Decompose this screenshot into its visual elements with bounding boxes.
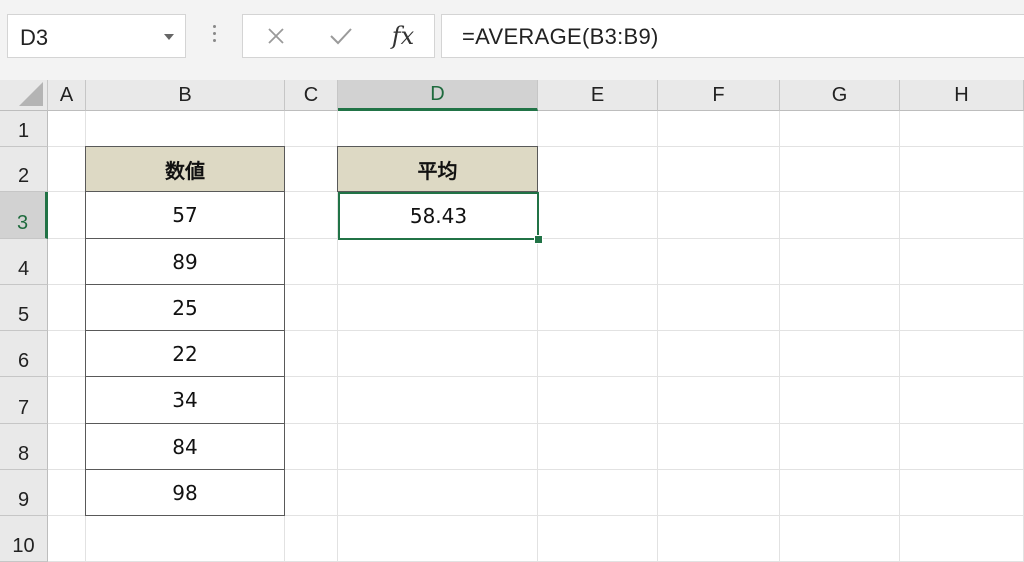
formula-text: =AVERAGE(B3:B9) <box>462 24 659 49</box>
column-header-a[interactable]: A <box>48 80 86 111</box>
cell-b7[interactable]: 34 <box>85 376 285 424</box>
gridline-vertical <box>779 111 780 562</box>
column-header-e[interactable]: E <box>538 80 658 111</box>
row-header-5[interactable]: 5 <box>0 285 48 331</box>
spreadsheet-grid[interactable]: A B C D E F G H 1 2 3 4 5 6 7 8 9 10 数値 57 89 25 22 34 84 98 平均 58.… <box>0 80 1024 562</box>
row-header-6[interactable]: 6 <box>0 331 48 377</box>
cell-b3[interactable]: 57 <box>85 191 285 239</box>
cell-b4[interactable]: 89 <box>85 238 285 285</box>
column-header-f[interactable]: F <box>658 80 780 111</box>
column-header-d[interactable]: D <box>338 80 538 111</box>
select-all-button[interactable] <box>0 80 48 111</box>
row-header-8[interactable]: 8 <box>0 424 48 470</box>
name-box[interactable]: D3 <box>7 14 186 58</box>
gridline-vertical <box>657 111 658 562</box>
formula-input[interactable]: =AVERAGE(B3:B9) <box>441 14 1024 58</box>
row-header-7[interactable]: 7 <box>0 377 48 424</box>
column-header-h[interactable]: H <box>900 80 1024 111</box>
select-all-icon <box>19 82 43 106</box>
column-header-b[interactable]: B <box>86 80 285 111</box>
close-icon[interactable] <box>256 21 296 51</box>
cell-b8[interactable]: 84 <box>85 423 285 470</box>
row-header-4[interactable]: 4 <box>0 239 48 285</box>
cell-b6[interactable]: 22 <box>85 330 285 377</box>
column-header-g[interactable]: G <box>780 80 900 111</box>
row-header-9[interactable]: 9 <box>0 470 48 516</box>
name-box-value: D3 <box>20 25 49 50</box>
formula-bar-area: D3 fx =AVERAGE(B3:B9) <box>0 0 1024 80</box>
row-header-10[interactable]: 10 <box>0 516 48 562</box>
chevron-down-icon[interactable] <box>164 34 174 40</box>
row-header-1[interactable]: 1 <box>0 111 48 147</box>
cell-b5[interactable]: 25 <box>85 284 285 331</box>
cell-b2[interactable]: 数値 <box>85 146 285 192</box>
formula-buttons: fx <box>242 14 435 58</box>
fill-handle[interactable] <box>534 235 543 244</box>
gridline-vertical <box>899 111 900 562</box>
column-header-c[interactable]: C <box>285 80 338 111</box>
checkmark-icon[interactable] <box>321 21 361 51</box>
function-icon[interactable]: fx <box>383 21 423 51</box>
row-header-2[interactable]: 2 <box>0 147 48 192</box>
drag-handle-icon[interactable] <box>213 25 217 46</box>
cell-b9[interactable]: 98 <box>85 469 285 516</box>
cell-d2[interactable]: 平均 <box>337 146 538 192</box>
row-header-3[interactable]: 3 <box>0 192 48 239</box>
cell-d3[interactable]: 58.43 <box>338 192 539 240</box>
